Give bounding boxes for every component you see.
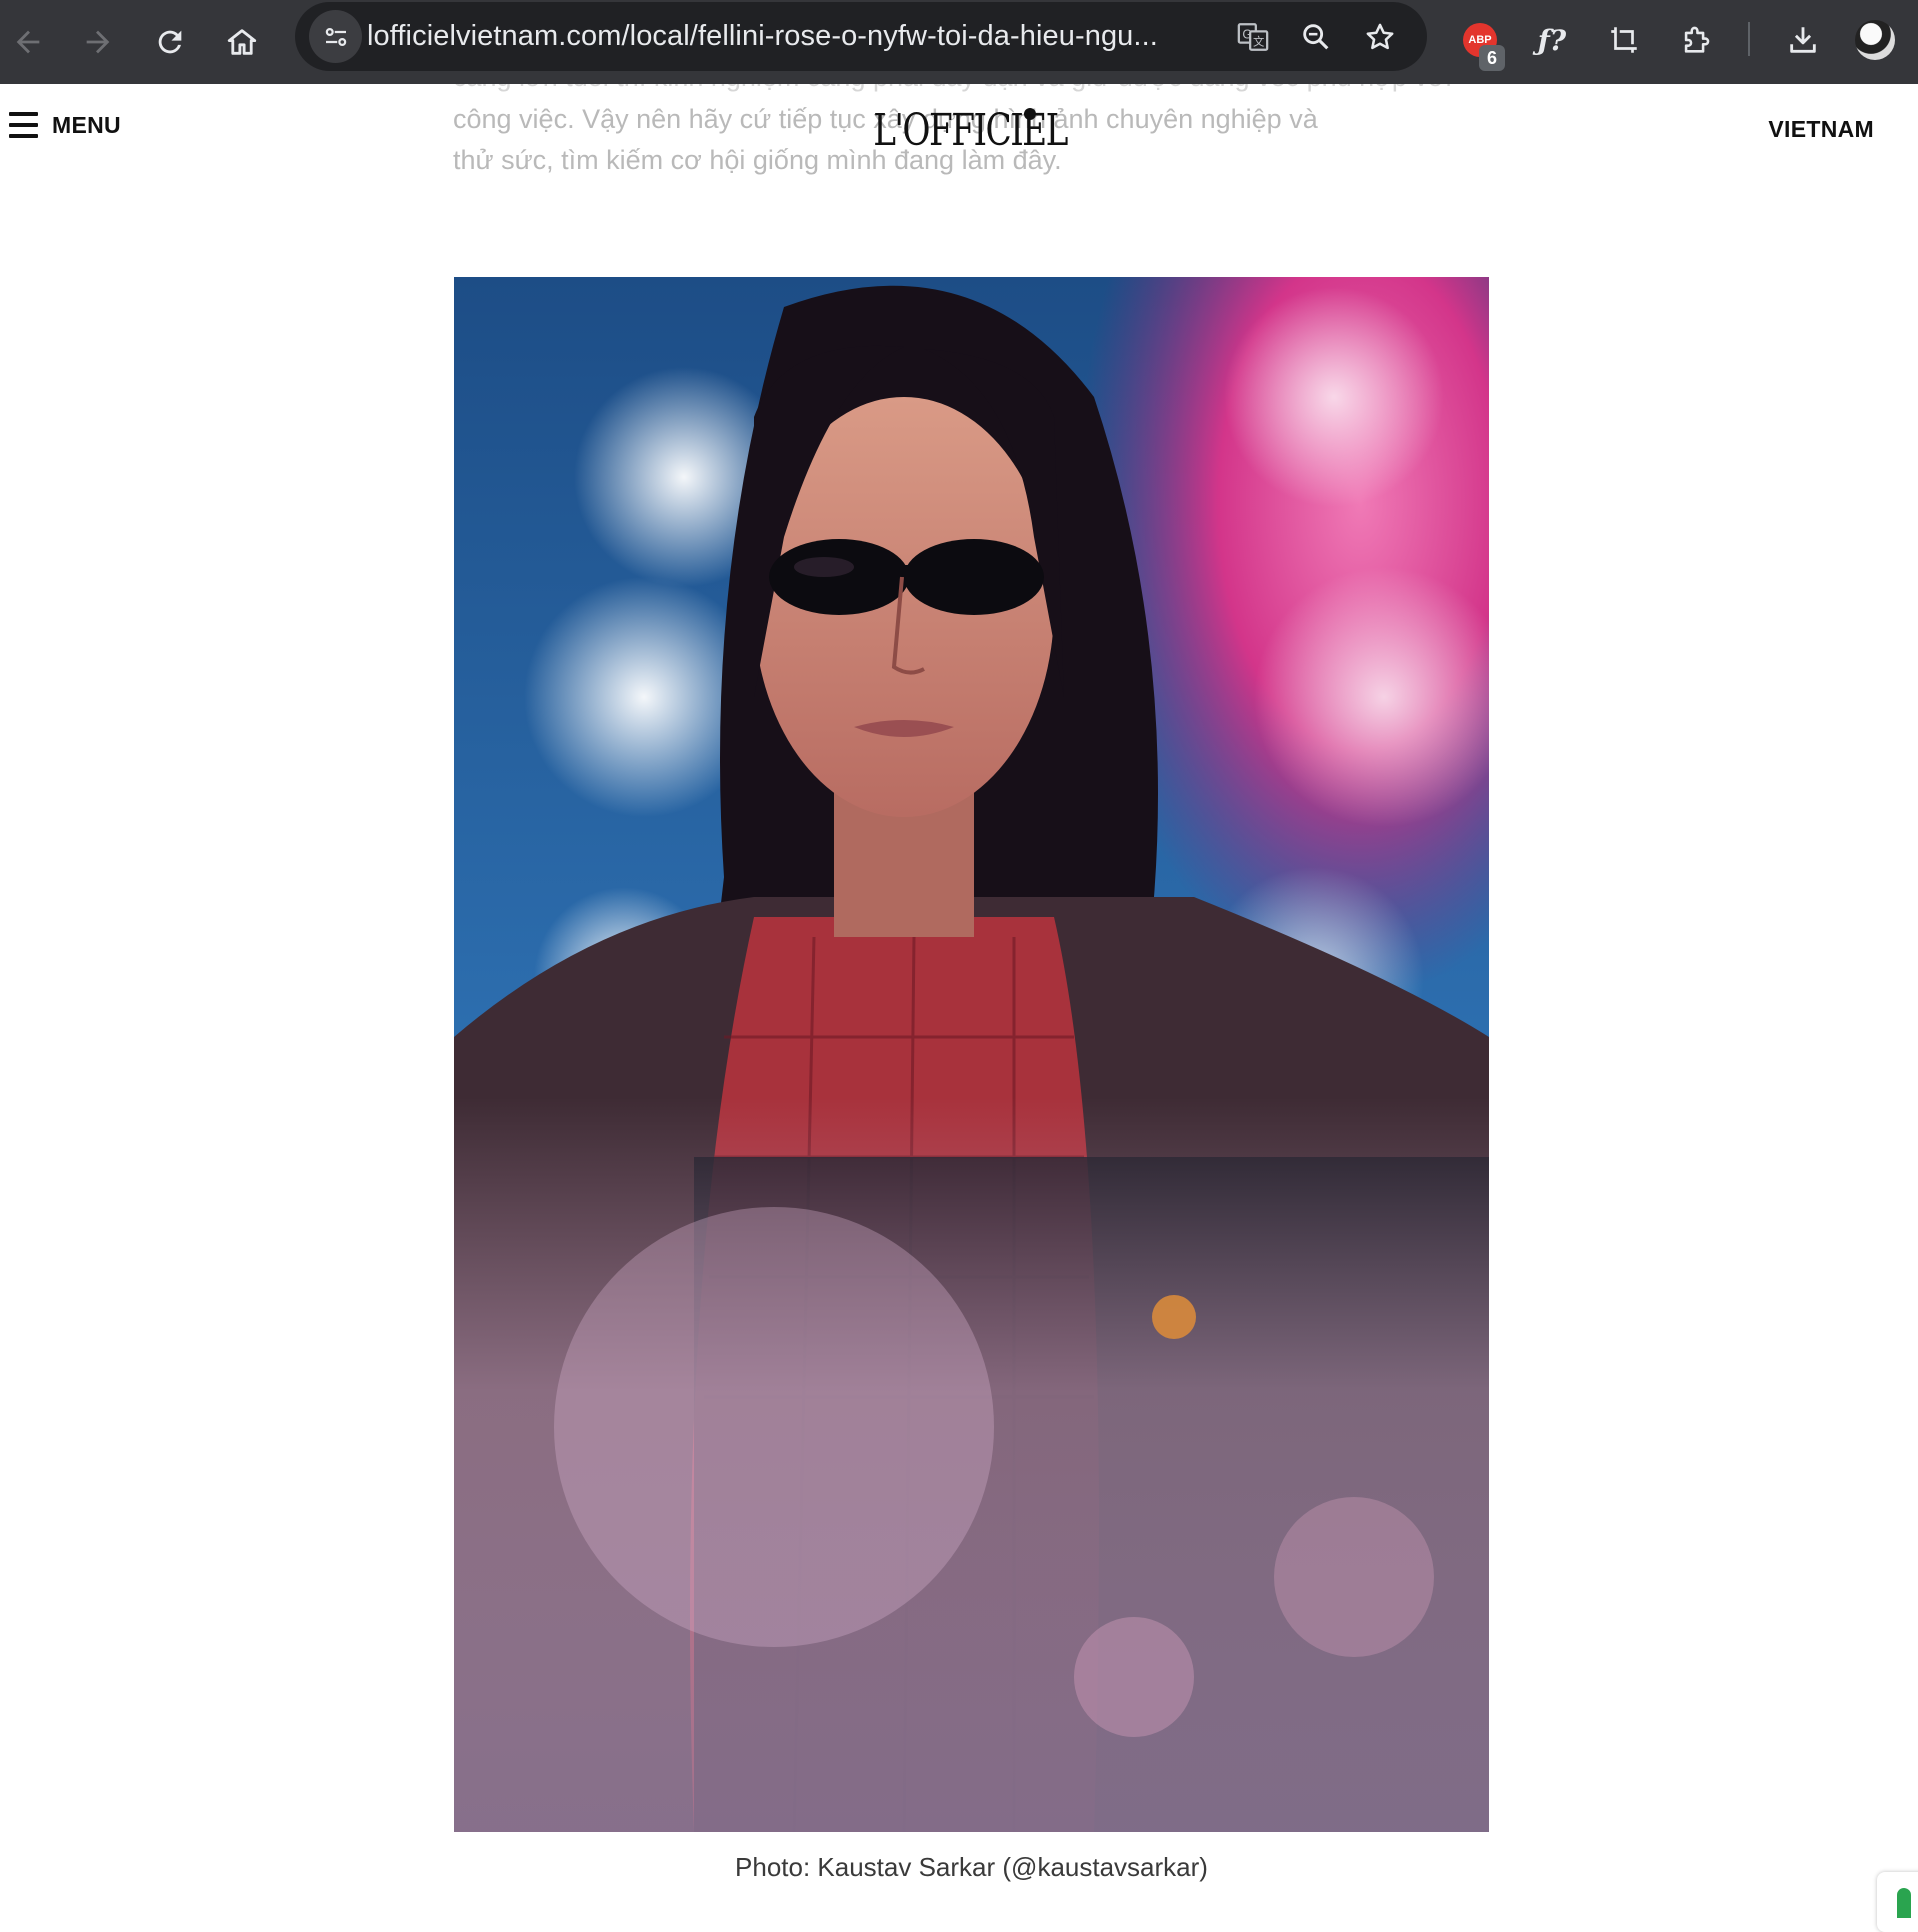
adblock-extension-button[interactable]: ABP 6 [1452,12,1508,71]
zoom-icon [1303,24,1329,50]
site-info-button[interactable] [309,10,362,63]
forward-arrow-icon [86,30,110,54]
site-info-icon [325,27,346,46]
reload-icon [158,30,182,54]
logo-dot [1024,108,1036,120]
downloads-button[interactable] [1775,12,1831,68]
profile-button[interactable] [1847,12,1903,68]
extensions-button[interactable] [1668,12,1724,68]
translate-button[interactable]: G文 [1228,12,1278,62]
site-header: MENU L'OFFICIEL VIETNAM [0,84,1918,174]
menu-label: MENU [52,111,121,138]
zoom-button[interactable] [1291,12,1341,62]
home-button[interactable] [214,14,270,70]
browser-toolbar: lofficielvietnam.com/local/fellini-rose-… [0,0,1918,84]
portrait-photo-illustration [454,277,1489,1832]
forward-button[interactable] [70,14,126,70]
home-icon [227,29,257,55]
photo-caption: Photo: Kaustav Sarkar (@kaustavsarkar) [735,1852,1208,1882]
feedback-icon [1897,1888,1911,1918]
extensions-puzzle-icon [1684,26,1710,53]
address-bar[interactable]: lofficielvietnam.com/local/fellini-rose-… [295,2,1427,71]
download-icon [1790,27,1816,53]
adblock-count-badge: 6 [1479,45,1505,71]
font-identifier-icon: ƒ? [1537,23,1567,57]
back-button[interactable] [0,14,56,70]
region-selector[interactable]: VIETNAM [1768,116,1874,143]
site-logo[interactable]: L'OFFICIEL [873,100,1068,160]
url-text[interactable]: lofficielvietnam.com/local/fellini-rose-… [367,2,1158,71]
svg-text:文: 文 [1253,35,1264,49]
profile-avatar [1855,20,1895,60]
font-identifier-extension-button[interactable]: ƒ? [1524,12,1580,68]
adblock-icon: ABP 6 [1463,23,1505,71]
feedback-widget-button[interactable] [1877,1872,1918,1932]
article-photo [454,277,1489,1832]
toolbar-separator [1748,22,1750,56]
menu-button[interactable]: MENU [9,110,121,140]
bookmark-star-icon [1366,23,1394,50]
screenshot-crop-icon [1611,27,1637,53]
bookmark-button[interactable] [1355,12,1405,62]
translate-icon: G文 [1237,23,1269,51]
back-arrow-icon [16,30,40,54]
logo-wordmark: L'OFFICIEL [873,104,1068,156]
screenshot-extension-button[interactable] [1596,12,1652,68]
reload-button[interactable] [142,14,198,70]
hamburger-icon [9,110,38,140]
